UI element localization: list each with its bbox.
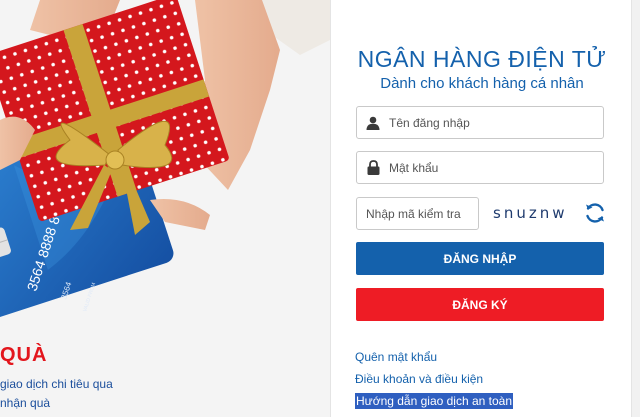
username-field: [356, 106, 604, 139]
forgot-password-link[interactable]: Quên mật khẩu: [355, 350, 437, 364]
password-input[interactable]: [389, 152, 603, 183]
page-subtitle: Dành cho khách hàng cá nhân: [380, 75, 584, 92]
terms-link[interactable]: Điều khoản và điều kiện: [355, 372, 483, 386]
lock-icon: [357, 152, 389, 183]
promo-banner: 3564 8888 8 3564 VALID FROM QUÀ giao dịc…: [0, 0, 330, 417]
username-input[interactable]: [389, 107, 603, 138]
captcha-input[interactable]: [356, 197, 479, 230]
page-title: NGÂN HÀNG ĐIỆN TỬ: [357, 46, 607, 72]
page-edge: [632, 0, 640, 417]
refresh-icon[interactable]: [583, 201, 607, 225]
login-panel: NGÂN HÀNG ĐIỆN TỬ Dành cho khách hàng cá…: [330, 0, 632, 417]
gift-card-illustration: 3564 8888 8 3564 VALID FROM: [0, 0, 330, 326]
promo-title: QUÀ: [0, 344, 48, 366]
register-button[interactable]: ĐĂNG KÝ: [356, 288, 604, 321]
login-button[interactable]: ĐĂNG NHẬP: [356, 242, 604, 275]
promo-text-line: nhận quà: [0, 396, 51, 410]
user-icon: [357, 107, 389, 138]
safety-guide-link[interactable]: Hướng dẫn giao dịch an toàn: [355, 393, 514, 409]
captcha-code: snuznw: [493, 204, 568, 222]
password-field: [356, 151, 604, 184]
promo-text-line: giao dịch chi tiêu qua: [0, 377, 113, 391]
